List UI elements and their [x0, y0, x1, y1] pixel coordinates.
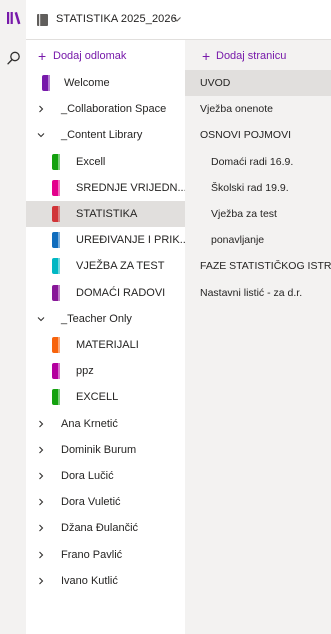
chevron-right-icon[interactable]	[37, 551, 45, 559]
chevron-right-icon[interactable]	[37, 105, 45, 113]
section-label: Ivano Kutlić	[61, 574, 118, 587]
section-label: _Collaboration Space	[61, 103, 167, 116]
subpage-label: Vježba za test	[211, 208, 277, 220]
section-item[interactable]: UREĐIVANJE I PRIK...	[26, 227, 189, 253]
section-group[interactable]: _Teacher Only	[26, 306, 185, 332]
section-color-tab-icon	[52, 153, 60, 170]
section-color-tab-icon	[52, 363, 60, 380]
chevron-down-icon[interactable]	[37, 131, 45, 139]
section-color-tab-icon	[52, 284, 60, 301]
page-item[interactable]: Vježba za test	[185, 201, 331, 227]
section-item[interactable]: SREDNJE VRIJEDN...	[26, 175, 187, 201]
section-label: EXCELL	[76, 391, 119, 404]
notebooks-library-icon[interactable]	[7, 11, 21, 25]
chevron-right-icon[interactable]	[37, 420, 45, 428]
section-group[interactable]: Džana Đulančić	[26, 515, 185, 541]
subpage-label: Školski rad 19.9.	[211, 181, 289, 194]
section-label: Frano Pavlić	[61, 548, 123, 561]
section-label: Dora Lučić	[61, 470, 114, 482]
section-label: MATERIJALI	[76, 339, 139, 351]
section-group[interactable]: Dominik Burum	[26, 437, 185, 463]
section-label: SREDNJE VRIJEDN...	[76, 181, 187, 194]
page-item[interactable]: Nastavni listić - za d.r.	[185, 280, 331, 306]
plus-icon: +	[202, 48, 211, 64]
sections-pane: + Dodaj odlomak Welcome _Collaboration Sp…	[26, 40, 189, 634]
section-group[interactable]: Frano Pavlić	[26, 542, 185, 568]
section-item[interactable]: Excell	[26, 149, 185, 175]
section-item[interactable]: EXCELL	[26, 384, 185, 410]
section-color-tab-icon	[52, 258, 60, 275]
page-item[interactable]: Vježba onenote	[185, 96, 331, 122]
section-item[interactable]: MATERIJALI	[26, 332, 185, 358]
section-label: STATISTIKA	[76, 208, 138, 220]
section-label: Welcome	[64, 77, 110, 89]
add-section-button[interactable]: + Dodaj odlomak	[26, 40, 185, 72]
subpage-label: ponavljanje	[211, 234, 265, 247]
chevron-right-icon[interactable]	[37, 498, 45, 506]
page-label: FAZE STATISTIČKOG ISTR...	[200, 260, 331, 273]
add-page-label: Dodaj stranicu	[216, 50, 287, 62]
section-color-tab-icon	[52, 179, 60, 196]
section-label: ppz	[76, 365, 94, 378]
notebook-header[interactable]: STATISTIKA 2025_2026	[26, 0, 331, 40]
search-icon[interactable]	[7, 51, 21, 65]
section-group[interactable]: Dora Vuletić	[26, 489, 185, 515]
section-label: UREĐIVANJE I PRIK...	[76, 234, 189, 247]
section-label: VJEŽBA ZA TEST	[76, 260, 165, 273]
section-label: DOMAĆI RADOVI	[76, 286, 166, 299]
page-item[interactable]: Domaći radi 16.9.	[185, 149, 331, 175]
subpage-label: Domaći radi 16.9.	[211, 155, 294, 168]
section-item[interactable]: DOMAĆI RADOVI	[26, 280, 185, 306]
chevron-right-icon[interactable]	[37, 524, 45, 532]
section-label: _Content Library	[61, 129, 143, 142]
page-label: UVOD	[200, 77, 231, 89]
section-group[interactable]: Dora Lučić	[26, 463, 185, 489]
notebook-icon	[37, 14, 48, 26]
section-group[interactable]: Ana Krnetić	[26, 411, 185, 437]
chevron-right-icon[interactable]	[37, 446, 45, 454]
section-item[interactable]: STATISTIKA	[26, 201, 185, 227]
app-rail	[0, 0, 27, 634]
chevron-right-icon[interactable]	[37, 472, 45, 480]
page-label: Vježba onenote	[200, 103, 273, 116]
section-label: Dora Vuletić	[61, 496, 121, 509]
section-color-tab-icon	[52, 206, 60, 222]
section-group[interactable]: _Collaboration Space	[26, 96, 185, 122]
page-item[interactable]: Školski rad 19.9.	[185, 175, 331, 201]
section-label: Excell	[76, 155, 106, 168]
chevron-down-icon[interactable]	[37, 315, 45, 323]
section-label: Džana Đulančić	[61, 522, 139, 535]
section-item[interactable]: ppz	[26, 358, 185, 384]
plus-icon: +	[38, 48, 47, 64]
section-label: Dominik Burum	[61, 443, 137, 456]
pages-pane: + Dodaj stranicu UVOD Vježba onenote OSNOV…	[185, 40, 331, 634]
chevron-right-icon[interactable]	[37, 577, 45, 585]
section-color-tab-icon	[52, 389, 60, 406]
page-label: Nastavni listić - za d.r.	[200, 286, 303, 299]
page-item[interactable]: ponavljanje	[185, 227, 331, 253]
section-color-tab-icon	[52, 337, 60, 353]
section-item[interactable]: Welcome	[26, 70, 185, 96]
add-section-label: Dodaj odlomak	[53, 50, 127, 62]
add-page-button[interactable]: + Dodaj stranicu	[185, 40, 331, 72]
section-group[interactable]: Ivano Kutlić	[26, 568, 185, 594]
section-color-tab-icon	[42, 75, 50, 91]
section-group[interactable]: _Content Library	[26, 122, 185, 148]
page-item[interactable]: OSNOVI POJMOVI	[185, 122, 331, 148]
notebook-title[interactable]: STATISTIKA 2025_2026	[56, 13, 177, 25]
section-label: Ana Krnetić	[61, 417, 118, 430]
page-item[interactable]: UVOD	[185, 70, 331, 96]
page-item[interactable]: FAZE STATISTIČKOG ISTR...	[185, 253, 331, 279]
section-item[interactable]: VJEŽBA ZA TEST	[26, 253, 185, 279]
section-label: _Teacher Only	[61, 312, 132, 325]
section-color-tab-icon	[52, 232, 60, 249]
page-label: OSNOVI POJMOVI	[200, 129, 292, 142]
chevron-down-icon[interactable]	[172, 14, 182, 24]
